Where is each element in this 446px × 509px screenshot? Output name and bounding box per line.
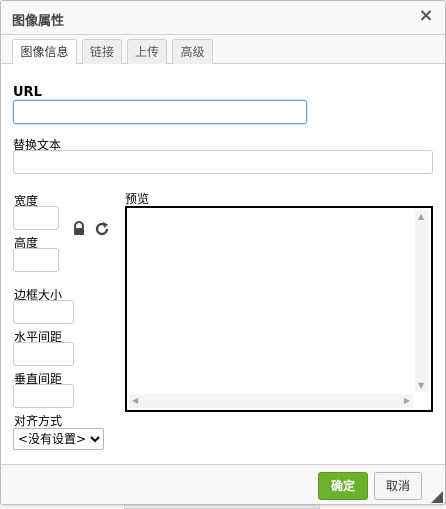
tab-link[interactable]: 链接: [82, 39, 122, 65]
vspace-input[interactable]: [13, 384, 74, 408]
alt-text-input[interactable]: [13, 150, 433, 174]
preview-box: ▲ ▼ ◀ ▶: [125, 206, 433, 412]
cancel-button[interactable]: 取消: [374, 472, 422, 500]
align-select[interactable]: <没有设置>: [13, 428, 104, 450]
scroll-up-icon[interactable]: ▲: [418, 212, 424, 221]
scroll-down-icon[interactable]: ▼: [418, 381, 424, 390]
tab-advanced[interactable]: 高级: [172, 39, 213, 65]
tab-upload[interactable]: 上传: [127, 39, 167, 65]
tab-image-info[interactable]: 图像信息: [12, 39, 77, 65]
border-input[interactable]: [13, 300, 74, 324]
background-scrollbar: [124, 505, 320, 509]
scroll-right-icon[interactable]: ▶: [404, 396, 410, 405]
scroll-left-icon[interactable]: ◀: [132, 396, 138, 405]
preview-label: 预览: [125, 192, 150, 206]
url-input[interactable]: [13, 100, 307, 124]
width-input[interactable]: [13, 206, 59, 230]
preview-horizontal-scrollbar[interactable]: ◀ ▶: [129, 394, 413, 408]
align-label: 对齐方式: [14, 414, 63, 428]
ok-button[interactable]: 确定: [318, 472, 368, 500]
reset-size-icon[interactable]: [94, 221, 110, 237]
resize-handle-icon[interactable]: [431, 491, 443, 503]
lock-icon[interactable]: [71, 221, 87, 237]
dialog-title: 图像属性: [12, 14, 65, 29]
tab-content: URL 替换文本 宽度 高度 边框大小 水平间距 垂直间距 对齐方式 <没有设置…: [1, 64, 445, 464]
preview-vertical-scrollbar[interactable]: ▲ ▼: [415, 210, 429, 392]
close-icon[interactable]: ×: [415, 6, 437, 28]
image-properties-dialog: 图像属性 × 图像信息 链接 上传 高级 URL 替换文本 宽度 高度 边框大小…: [0, 0, 446, 505]
tab-bar: 图像信息 链接 上传 高级: [1, 35, 445, 65]
hspace-input[interactable]: [13, 342, 74, 366]
url-label: URL: [13, 85, 42, 100]
dialog-titlebar[interactable]: 图像属性 ×: [1, 1, 445, 35]
height-input[interactable]: [13, 248, 59, 272]
dialog-footer: 确定 取消: [1, 464, 445, 504]
